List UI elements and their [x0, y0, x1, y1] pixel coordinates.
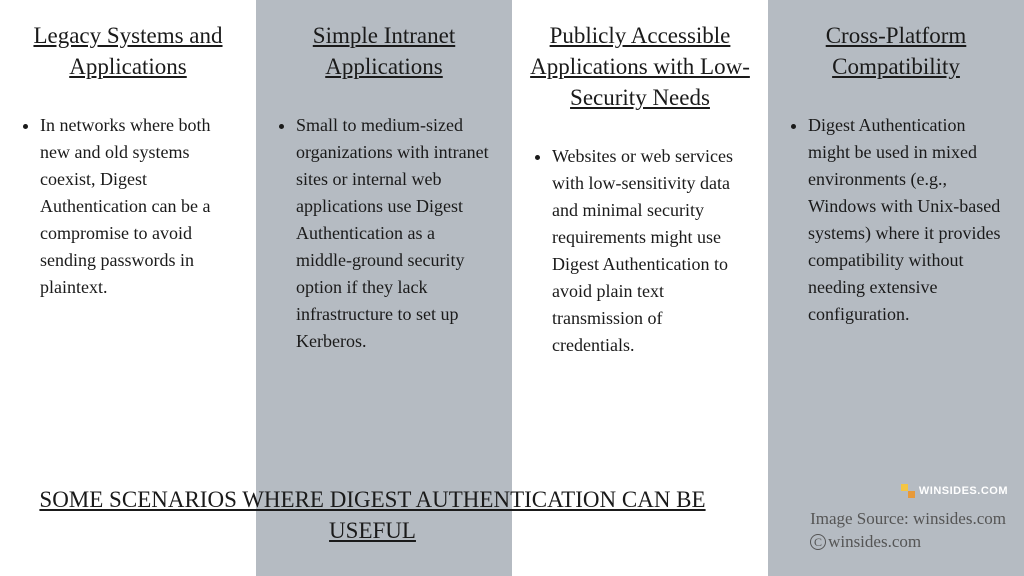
column-bullet: In networks where both new and old syste… — [40, 112, 238, 301]
footer-title: SOME SCENARIOS WHERE DIGEST AUTHENTICATI… — [0, 484, 745, 546]
image-source-text: Image Source: winsides.com — [810, 508, 1006, 531]
column-body: Websites or web services with low-sensit… — [530, 143, 750, 359]
column-title: Simple Intranet Applications — [274, 20, 494, 82]
column-body: Small to medium-sized organizations with… — [274, 112, 494, 355]
column-title: Publicly Accessible Applications with Lo… — [530, 20, 750, 113]
copyright-icon: C — [810, 534, 826, 550]
badge-text: WINSIDES.COM — [919, 485, 1008, 497]
copyright-text: winsides.com — [828, 532, 921, 551]
badge-icon — [901, 484, 915, 498]
column-title: Cross-Platform Compatibility — [786, 20, 1006, 82]
winsides-badge: WINSIDES.COM — [901, 484, 1008, 498]
column-bullet: Digest Authentication might be used in m… — [808, 112, 1006, 328]
column-bullet: Websites or web services with low-sensit… — [552, 143, 750, 359]
column-body: Digest Authentication might be used in m… — [786, 112, 1006, 328]
column-title: Legacy Systems and Applications — [18, 20, 238, 82]
column-body: In networks where both new and old syste… — [18, 112, 238, 301]
attribution: Image Source: winsides.com Cwinsides.com — [810, 508, 1006, 554]
copyright-line: Cwinsides.com — [810, 531, 1006, 554]
column-bullet: Small to medium-sized organizations with… — [296, 112, 494, 355]
